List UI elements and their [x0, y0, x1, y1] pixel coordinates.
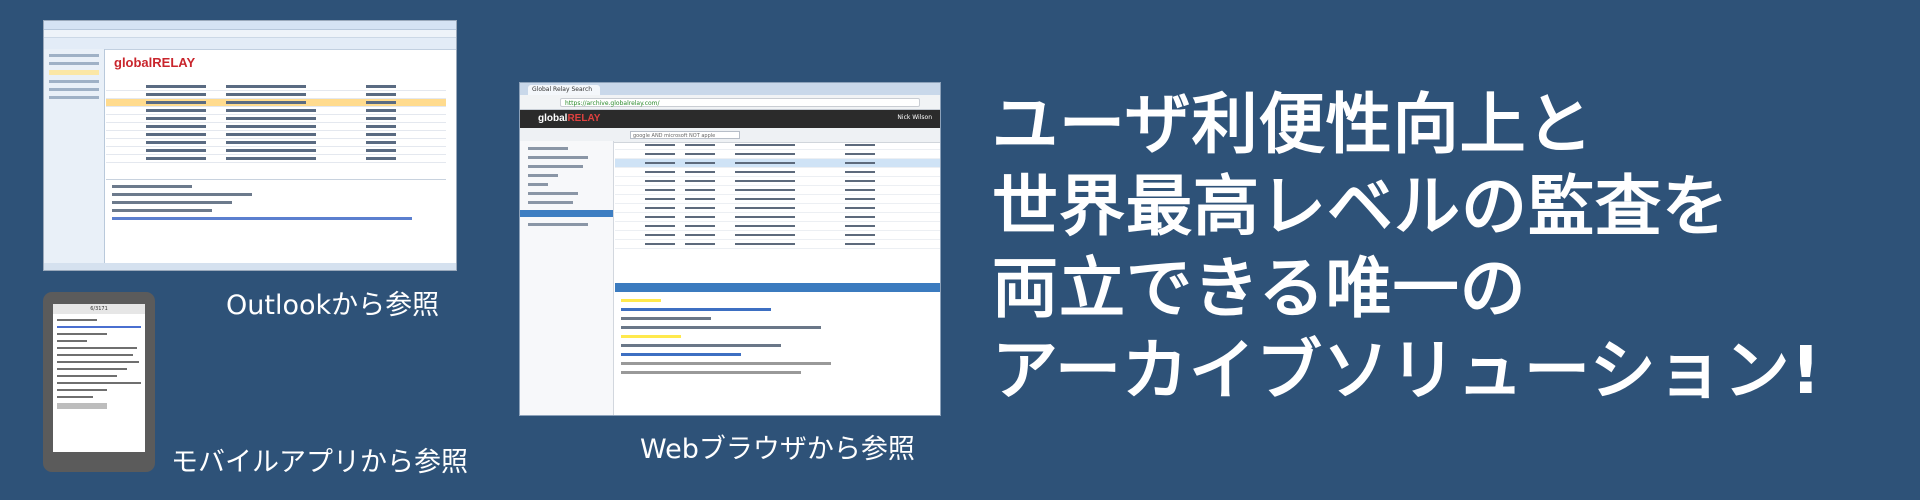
browser-tab: Global Relay Search	[528, 85, 600, 95]
headline-line: アーカイブソリューション!	[992, 332, 1822, 409]
browser-screenshot: Global Relay Search https://archive.glob…	[519, 82, 941, 416]
globalrelay-logo: globalRELAY	[114, 55, 456, 70]
table-row	[615, 150, 940, 159]
table-row	[615, 240, 940, 249]
caption-mobile: モバイルアプリから参照	[171, 447, 468, 478]
url-field: https://archive.globalrelay.com/	[560, 98, 920, 107]
logo-text: global	[114, 55, 153, 70]
table-row	[615, 195, 940, 204]
headline-line: ユーザ利便性向上と	[992, 86, 1594, 163]
table-row	[615, 168, 940, 177]
caption-web: Webブラウザから参照	[640, 434, 915, 465]
list-item	[106, 83, 446, 91]
headline-line: 世界最高レベルの監査を	[992, 168, 1729, 245]
reading-pane-toolbar	[615, 283, 940, 292]
globalrelay-logo: globalRELAY	[538, 113, 600, 124]
logo-text: global	[538, 113, 568, 124]
headline: ユーザ利便性向上と 世界最高レベルの監査を 両立できる唯一の アーカイブソリュー…	[992, 84, 1822, 412]
table-row	[615, 231, 940, 240]
table-row	[615, 186, 940, 195]
table-row	[615, 222, 940, 231]
list-item	[106, 123, 446, 131]
table-row	[615, 141, 940, 150]
search-input: google AND microsoft NOT apple	[630, 131, 740, 139]
banner: globalRELAY Global Relay Search https://…	[0, 0, 1920, 500]
list-item	[106, 99, 446, 107]
headline-line: 両立できる唯一の	[992, 250, 1527, 327]
outlook-reading-pane	[106, 179, 446, 260]
list-item	[106, 155, 446, 163]
phone-screen: 6/3171	[53, 304, 145, 452]
outlook-folder-pane	[44, 49, 105, 270]
archive-message-list	[615, 141, 940, 281]
list-item	[106, 91, 446, 99]
outlook-menubar	[44, 30, 456, 38]
outlook-titlebar	[44, 21, 456, 30]
archive-header: globalRELAY Nick Wilson	[520, 110, 940, 128]
table-row	[615, 204, 940, 213]
list-item	[106, 147, 446, 155]
outlook-statusbar	[44, 263, 456, 270]
outlook-main-pane: globalRELAY	[106, 49, 456, 270]
user-name: Nick Wilson	[897, 114, 932, 121]
logo-text-red: RELAY	[152, 55, 196, 70]
table-row	[615, 177, 940, 186]
caption-outlook: Outlookから参照	[226, 290, 440, 321]
logo-text-red: RELAY	[567, 113, 601, 124]
outlook-message-list	[106, 83, 446, 163]
browser-tabstrip: Global Relay Search	[520, 83, 940, 95]
phone-mockup: 6/3171	[43, 292, 155, 472]
sidebar-item-active	[520, 210, 613, 217]
list-item	[106, 107, 446, 115]
browser-addressbar: https://archive.globalrelay.com/	[520, 95, 940, 110]
list-item	[106, 131, 446, 139]
table-row	[615, 213, 940, 222]
list-item	[106, 115, 446, 123]
reading-pane	[615, 293, 940, 415]
table-row	[615, 159, 940, 168]
outlook-screenshot: globalRELAY	[43, 20, 457, 271]
list-item	[106, 139, 446, 147]
archive-sidebar	[520, 141, 614, 415]
phone-header: 6/3171	[53, 304, 145, 314]
